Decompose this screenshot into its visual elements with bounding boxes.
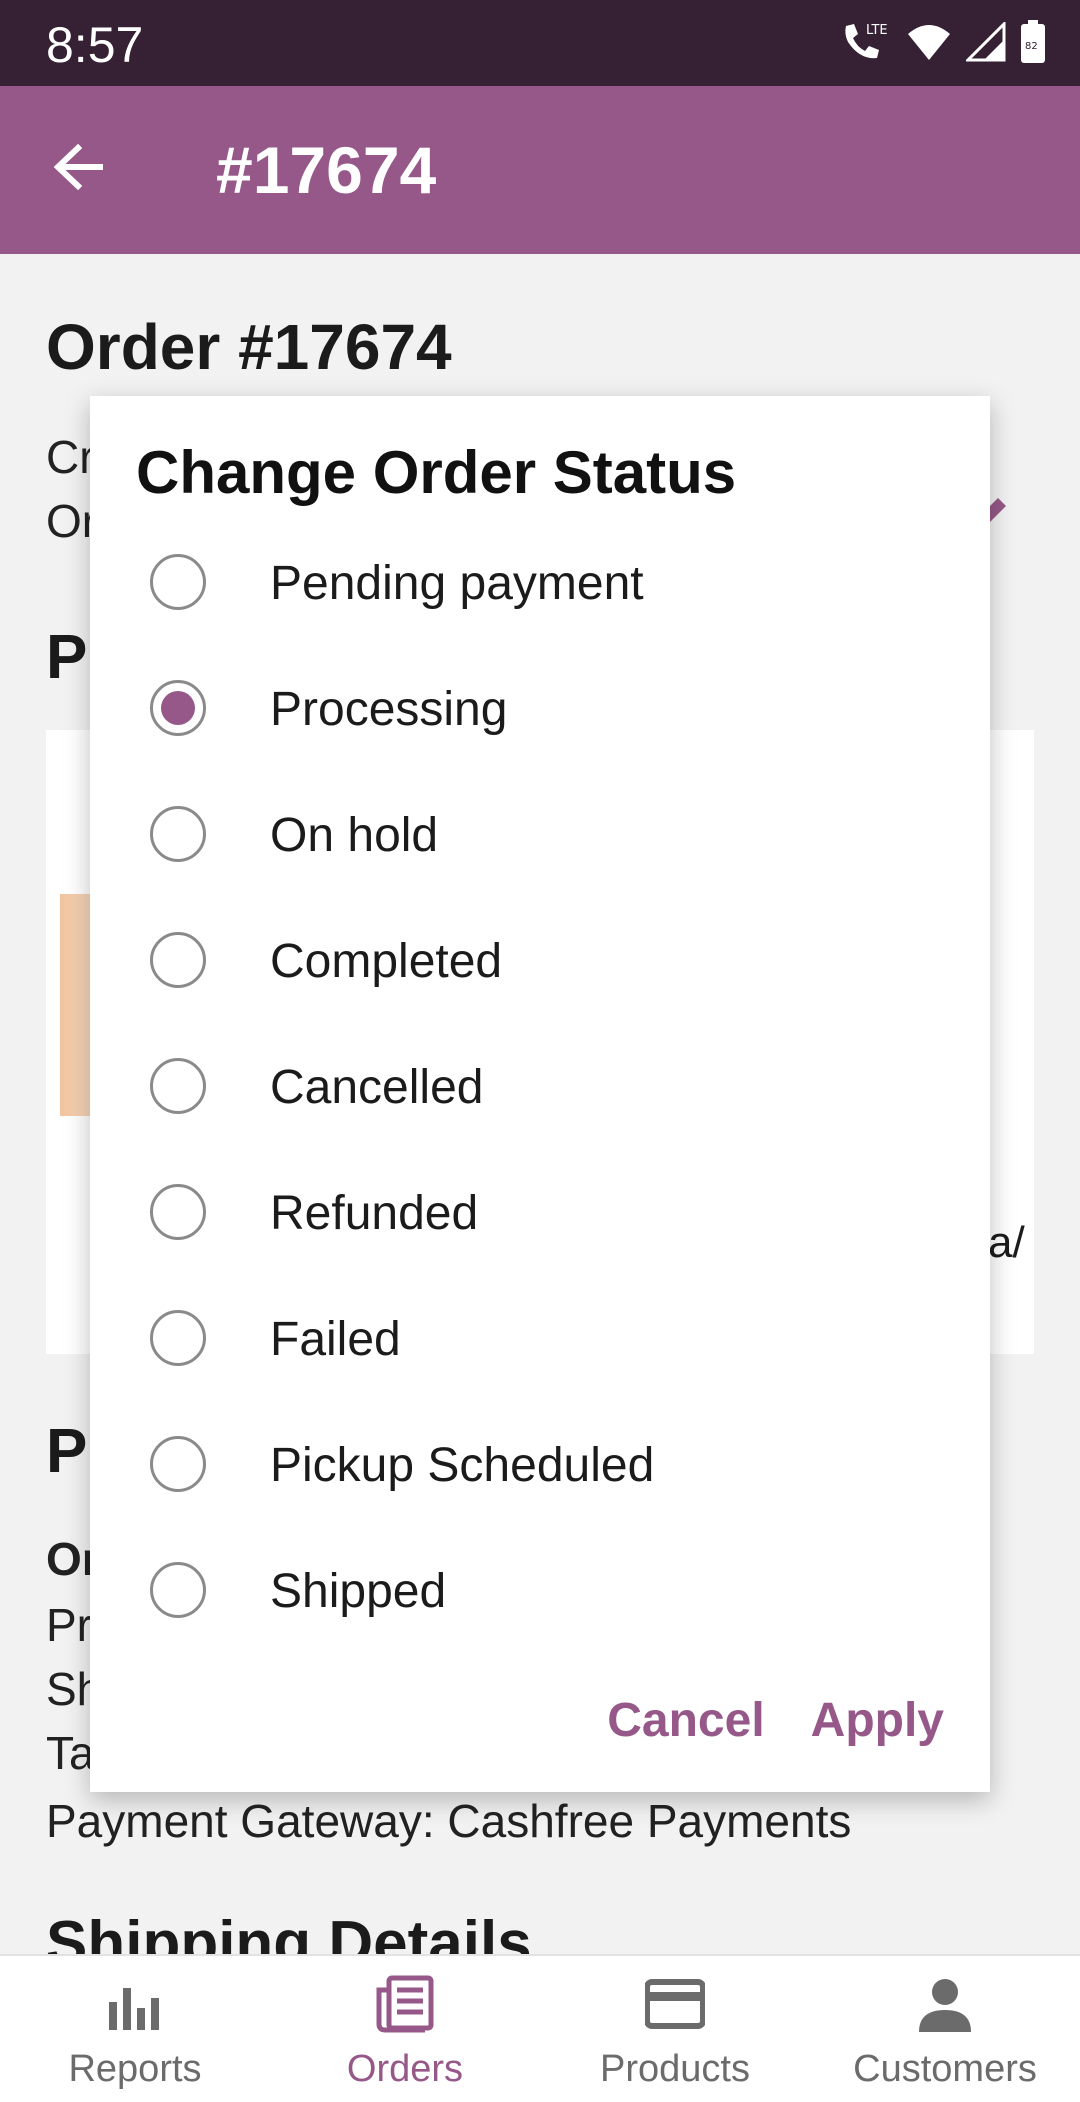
- radio-unchecked-icon[interactable]: [150, 554, 206, 610]
- shipping-section-title: Shipping Details: [46, 1909, 532, 1954]
- page-title: #17674: [216, 133, 437, 207]
- created-line: Cr: [46, 431, 95, 483]
- change-order-status-dialog: Change Order Status Pending payment Proce…: [90, 396, 990, 1792]
- status-icons: LTE 82: [840, 20, 1046, 64]
- status-option-label: Pending payment: [270, 557, 644, 610]
- status-option[interactable]: Cancelled: [90, 1024, 990, 1150]
- status-option[interactable]: Refunded: [90, 1150, 990, 1276]
- nav-item-orders[interactable]: Orders: [270, 1956, 540, 2102]
- app-bar: #17674: [0, 86, 1080, 254]
- dialog-actions: Cancel Apply: [607, 1693, 944, 1748]
- status-option-label: Failed: [270, 1313, 401, 1366]
- battery-icon: 82: [1020, 20, 1046, 64]
- status-option-label: Refunded: [270, 1187, 479, 1240]
- nav-label: Reports: [68, 2048, 202, 2090]
- radio-unchecked-icon[interactable]: [150, 806, 206, 862]
- status-option[interactable]: Pickup Scheduled: [90, 1402, 990, 1528]
- nav-label: Orders: [346, 2048, 464, 2090]
- nav-label: Customers: [853, 2048, 1037, 2090]
- battery-level: 82: [1025, 41, 1038, 52]
- payment-section-title: P: [46, 1417, 88, 1486]
- status-option-label: On hold: [270, 809, 439, 862]
- radio-unchecked-icon[interactable]: [150, 1562, 206, 1618]
- status-option[interactable]: Failed: [90, 1276, 990, 1402]
- cancel-button[interactable]: Cancel: [607, 1693, 764, 1748]
- payment-line: Ta: [46, 1727, 95, 1779]
- products-section-title: P: [46, 623, 88, 692]
- payment-line: Pr: [46, 1599, 92, 1651]
- product-text-fragment: a/: [988, 1218, 1025, 1267]
- wifi-icon: [906, 22, 952, 62]
- order-heading: Order #17674: [46, 311, 452, 383]
- svg-text:LTE: LTE: [866, 23, 888, 38]
- orders-icon: [376, 1975, 434, 2033]
- status-option-label: Pickup Scheduled: [270, 1439, 655, 1492]
- nav-item-customers[interactable]: Customers: [810, 1956, 1080, 2102]
- nav-item-reports[interactable]: Reports: [0, 1956, 270, 2102]
- status-option[interactable]: On hold: [90, 772, 990, 898]
- radio-unchecked-icon[interactable]: [150, 1184, 206, 1240]
- bar-chart-icon: [109, 1988, 159, 2030]
- apply-button[interactable]: Apply: [811, 1693, 944, 1748]
- status-option[interactable]: Pending payment: [90, 520, 990, 646]
- radio-unchecked-icon[interactable]: [150, 1436, 206, 1492]
- payment-gateway-line: Payment Gateway: Cashfree Payments: [46, 1795, 852, 1847]
- signal-icon: [966, 22, 1006, 62]
- radio-unchecked-icon[interactable]: [150, 1058, 206, 1114]
- status-option-label: Completed: [270, 935, 503, 988]
- bottom-navigation: Reports Orders Products Customers: [0, 1954, 1080, 2102]
- status-option-label: Shipped: [270, 1565, 447, 1618]
- status-option[interactable]: Completed: [90, 898, 990, 1024]
- arrow-back-icon: [53, 143, 103, 191]
- card-icon: [645, 1979, 705, 2029]
- radio-unchecked-icon[interactable]: [150, 932, 206, 988]
- nav-item-products[interactable]: Products: [540, 1956, 810, 2102]
- person-icon: [919, 1979, 971, 2032]
- radio-unchecked-icon[interactable]: [150, 1310, 206, 1366]
- back-button[interactable]: [44, 132, 114, 202]
- nav-label: Products: [600, 2048, 750, 2090]
- dialog-title: Change Order Status: [136, 439, 737, 506]
- status-option-label: Processing: [270, 683, 508, 736]
- radio-checked-icon[interactable]: [150, 680, 206, 736]
- status-bar: 8:57 LTE 82: [0, 0, 1080, 86]
- status-option[interactable]: Shipped: [90, 1528, 990, 1654]
- status-option-label: Cancelled: [270, 1061, 484, 1114]
- status-time: 8:57: [46, 17, 144, 73]
- status-option[interactable]: Processing: [90, 646, 990, 772]
- lte-call-icon: LTE: [840, 20, 892, 64]
